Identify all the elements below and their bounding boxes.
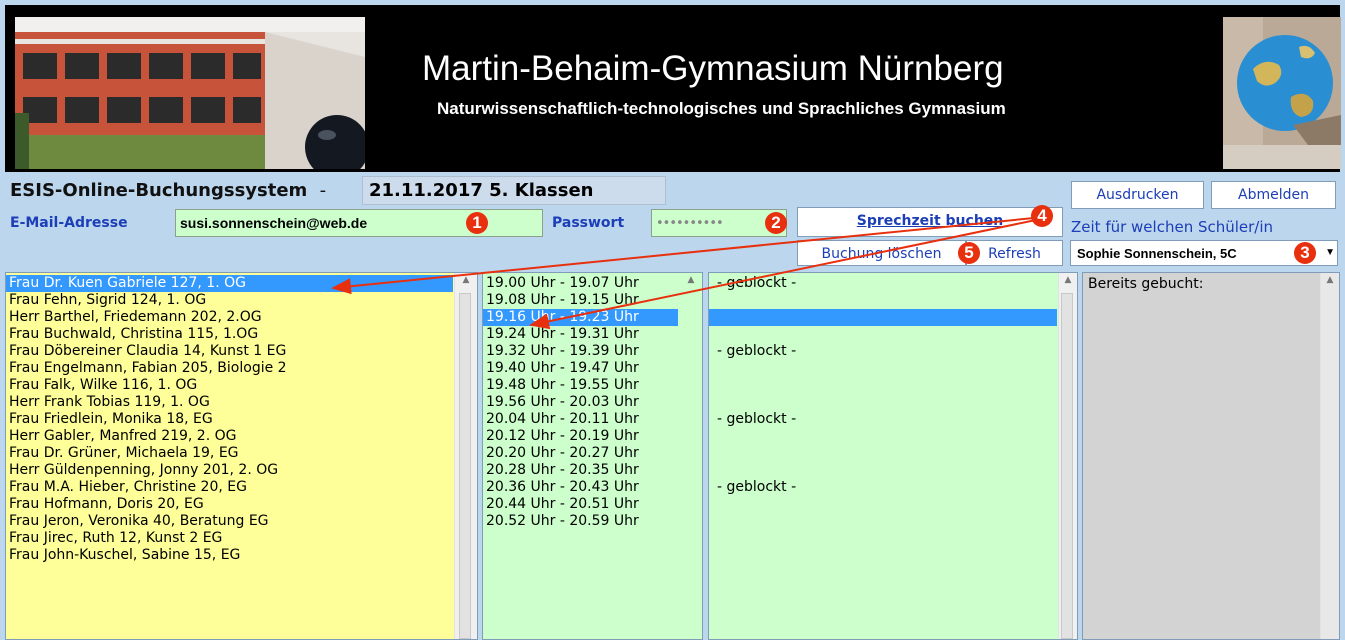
marker-4: 4: [1031, 205, 1053, 227]
teacher-item[interactable]: Frau Jirec, Ruth 12, Kunst 2 EG: [6, 530, 453, 547]
teacher-item[interactable]: Frau Dr. Kuen Gabriele 127, 1. OG: [6, 275, 453, 292]
student-select-value: Sophie Sonnenschein, 5C: [1077, 246, 1237, 261]
slot-status-item: [709, 292, 1057, 309]
school-building-photo: [15, 17, 365, 169]
chevron-down-icon[interactable]: ▼: [1325, 247, 1335, 258]
time-slot-list[interactable]: 19.00 Uhr - 19.07 Uhr 19.08 Uhr - 19.15 …: [482, 272, 703, 640]
teacher-item[interactable]: Frau Döbereiner Claudia 14, Kunst 1 EG: [6, 343, 453, 360]
teacher-item[interactable]: Herr Frank Tobias 119, 1. OG: [6, 394, 453, 411]
time-slot-item[interactable]: 19.40 Uhr - 19.47 Uhr: [483, 360, 678, 377]
slot-status-item: [709, 326, 1057, 343]
scroll-up-icon[interactable]: ▲: [680, 275, 702, 285]
marker-3: 3: [1294, 242, 1316, 264]
time-slot-item[interactable]: 20.04 Uhr - 20.11 Uhr: [483, 411, 678, 428]
print-button[interactable]: Ausdrucken: [1071, 181, 1204, 209]
marker-2: 2: [765, 212, 787, 234]
title-separator: -: [319, 180, 327, 201]
time-slot-item[interactable]: 19.48 Uhr - 19.55 Uhr: [483, 377, 678, 394]
teacher-item[interactable]: Frau Fehn, Sigrid 124, 1. OG: [6, 292, 453, 309]
student-label: Zeit für welchen Schüler/in: [1071, 218, 1274, 236]
time-slot-item[interactable]: 19.56 Uhr - 20.03 Uhr: [483, 394, 678, 411]
slot-status-item: [709, 394, 1057, 411]
time-slot-scrollbar[interactable]: ▲: [680, 273, 702, 639]
scroll-up-icon[interactable]: ▲: [1059, 275, 1077, 285]
delete-booking-button[interactable]: Buchung löschen: [797, 240, 966, 266]
system-title: ESIS-Online-Buchungssystem -: [10, 180, 326, 201]
book-slot-button[interactable]: Sprechzeit buchen: [797, 207, 1063, 237]
slot-status-item: - geblockt -: [717, 479, 797, 495]
school-title: Martin-Behaim-Gymnasium Nürnberg: [422, 49, 1004, 88]
marker-1: 1: [466, 212, 488, 234]
teacher-item[interactable]: Frau Friedlein, Monika 18, EG: [6, 411, 453, 428]
scroll-up-icon[interactable]: ▲: [1321, 275, 1339, 285]
time-slot-item[interactable]: 19.08 Uhr - 19.15 Uhr: [483, 292, 678, 309]
time-slot-item[interactable]: 20.44 Uhr - 20.51 Uhr: [483, 496, 678, 513]
slot-status-item: - geblockt -: [717, 343, 797, 359]
logout-button[interactable]: Abmelden: [1211, 181, 1336, 209]
booked-scrollbar[interactable]: ▲: [1320, 273, 1339, 639]
teacher-item[interactable]: Herr Gabler, Manfred 219, 2. OG: [6, 428, 453, 445]
time-slot-item[interactable]: 19.32 Uhr - 19.39 Uhr: [483, 343, 678, 360]
slot-status-item: - geblockt -: [717, 275, 797, 291]
time-slot-item[interactable]: 20.52 Uhr - 20.59 Uhr: [483, 513, 678, 530]
header-banner: Martin-Behaim-Gymnasium Nürnberg Naturwi…: [5, 5, 1341, 172]
slot-status-item: [709, 513, 1057, 530]
time-slot-item[interactable]: 20.36 Uhr - 20.43 Uhr: [483, 479, 678, 496]
booked-title: Bereits gebucht:: [1088, 276, 1204, 292]
teacher-item[interactable]: Frau John-Kuschel, Sabine 15, EG: [6, 547, 453, 564]
scroll-up-icon[interactable]: ▲: [455, 275, 477, 285]
time-slot-item[interactable]: 20.20 Uhr - 20.27 Uhr: [483, 445, 678, 462]
slot-status-item: [709, 360, 1057, 377]
teacher-item[interactable]: Frau Hofmann, Doris 20, EG: [6, 496, 453, 513]
teacher-scrollbar[interactable]: ▲: [454, 273, 477, 639]
teacher-item[interactable]: Frau Engelmann, Fabian 205, Biologie 2: [6, 360, 453, 377]
system-title-text: ESIS-Online-Buchungssystem: [10, 180, 308, 201]
slot-status-item: [709, 309, 1057, 326]
date-class-info: 21.11.2017 5. Klassen: [362, 176, 666, 205]
slot-status-item: [709, 445, 1057, 462]
scroll-thumb[interactable]: [1061, 293, 1073, 639]
teacher-item[interactable]: Frau Falk, Wilke 116, 1. OG: [6, 377, 453, 394]
teacher-item[interactable]: Frau Dr. Grüner, Michaela 19, EG: [6, 445, 453, 462]
slot-status-item: [709, 428, 1057, 445]
email-label: E-Mail-Adresse: [10, 215, 128, 231]
teacher-item[interactable]: Frau M.A. Hieber, Christine 20, EG: [6, 479, 453, 496]
teacher-item[interactable]: Herr Güldenpenning, Jonny 201, 2. OG: [6, 462, 453, 479]
booked-panel: Bereits gebucht: ▲: [1082, 272, 1340, 640]
refresh-button[interactable]: Refresh: [966, 240, 1063, 266]
slot-status-item: [709, 462, 1057, 479]
slot-status-item: [709, 496, 1057, 513]
password-label: Passwort: [552, 215, 625, 231]
slot-status-item: - geblockt -: [717, 411, 797, 427]
time-slot-item[interactable]: 20.28 Uhr - 20.35 Uhr: [483, 462, 678, 479]
teacher-item[interactable]: Frau Jeron, Veronika 40, Beratung EG: [6, 513, 453, 530]
time-slot-item[interactable]: 19.24 Uhr - 19.31 Uhr: [483, 326, 678, 343]
scroll-thumb[interactable]: [459, 293, 471, 639]
time-slot-item[interactable]: 19.16 Uhr - 19.23 Uhr: [483, 309, 678, 326]
globe-sculpture-photo: [1223, 17, 1341, 169]
slot-status-list[interactable]: - geblockt - - geblockt - - geblockt - -…: [708, 272, 1078, 640]
teacher-item[interactable]: Herr Barthel, Friedemann 202, 2.OG: [6, 309, 453, 326]
teacher-list[interactable]: Frau Dr. Kuen Gabriele 127, 1. OG Frau F…: [5, 272, 478, 640]
time-slot-item[interactable]: 19.00 Uhr - 19.07 Uhr: [483, 275, 678, 292]
status-scrollbar[interactable]: ▲: [1058, 273, 1077, 639]
time-slot-item[interactable]: 20.12 Uhr - 20.19 Uhr: [483, 428, 678, 445]
school-subtitle: Naturwissenschaftlich-technologisches un…: [437, 99, 1006, 118]
slot-status-item: [709, 377, 1057, 394]
teacher-item[interactable]: Frau Buchwald, Christina 115, 1.OG: [6, 326, 453, 343]
marker-5: 5: [958, 242, 980, 264]
